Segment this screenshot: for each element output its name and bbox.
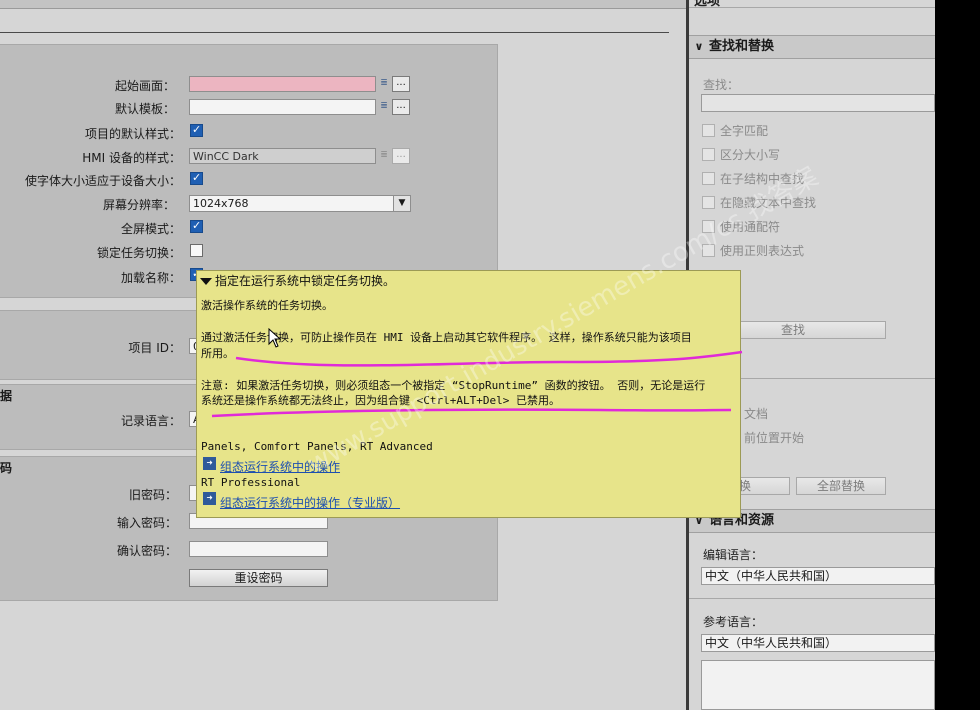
edit-language-select[interactable]: 中文（中华人民共和国） [701,567,935,585]
start-screen-browse-button[interactable]: ... [392,76,410,92]
fullscreen-checkbox[interactable] [190,219,203,233]
font-adapt-label: 使字体大小适应于设备大小： [24,174,181,188]
match-case-label: 区分大小写 [720,148,781,162]
find-label: 查找： [703,78,740,92]
font-adapt-checkbox[interactable] [190,171,203,185]
find-replace-header[interactable]: ∨ 查找和替换 [689,35,935,59]
list-icon: ≣ [380,150,388,160]
hmi-style-label: HMI 设备的样式： [82,151,181,165]
tooltip-line: 所用。 [201,347,234,360]
chevron-down-icon[interactable]: ▼ [393,196,410,211]
fullscreen-label: 全屏模式： [120,222,181,236]
log-language-label: 记录语言： [120,414,181,428]
resolution-label: 屏幕分辨率： [102,198,175,212]
list-icon[interactable]: ≣ [378,100,390,112]
tooltip-title: 指定在运行系统中锁定任务切换。 [215,274,396,288]
list-icon[interactable]: ≣ [378,77,390,89]
wildcard-label: 使用通配符 [720,220,781,234]
project-id-label: 项目 ID： [128,341,181,355]
platform-label: Panels, Comfort Panels, RT Advanced [201,440,433,453]
reference-language-select[interactable]: 中文（中华人民共和国） [701,634,935,652]
reference-language-area [701,660,935,710]
find-hidden-label: 在隐藏文本中查找 [720,196,817,210]
hmi-style-field[interactable]: WinCC Dark [189,148,376,164]
language-divider [689,598,935,599]
from-current-option[interactable]: 前位置开始 [744,429,804,446]
default-template-browse-button[interactable]: ... [392,99,410,115]
reference-language-label: 参考语言： [703,615,764,629]
tooltip-note: 系统还是操作系统都无法终止，因为组合键 <Ctrl+ALT+Del> 已禁用。 [201,394,560,407]
default-template-label: 默认模板： [114,102,175,116]
platform-label: RT Professional [201,476,301,489]
project-default-style-label: 项目的默认样式： [84,127,181,141]
link-arrow-icon: ➜ [203,457,216,470]
default-template-field[interactable] [189,99,376,115]
new-password-label: 输入密码： [116,516,177,530]
project-default-style-checkbox[interactable] [190,123,203,137]
header-divider [0,32,669,33]
resolution-select[interactable]: 1024x768 ▼ [189,195,411,212]
tooltip-line: 激活操作系统的任务切换。 [201,299,333,312]
screen-edge [935,0,980,710]
replace-all-button[interactable]: 全部替换 [796,477,886,495]
lock-task-switch-checkbox[interactable] [190,244,203,257]
find-replace-title: 查找和替换 [709,39,775,54]
lock-task-switch-label: 锁定任务切换： [96,246,181,260]
chevron-down-icon[interactable]: ∨ [689,36,709,58]
whole-word-checkbox[interactable] [702,124,715,137]
resolution-value: 1024x768 [193,197,249,210]
find-in-structure-checkbox[interactable] [702,172,715,185]
find-input[interactable] [701,94,935,112]
start-screen-field[interactable] [189,76,376,92]
wildcard-checkbox[interactable] [702,220,715,233]
link-arrow-icon: ➜ [203,492,216,505]
section-password-title: 码 [0,461,13,475]
options-divider [689,7,935,8]
regex-checkbox[interactable] [702,244,715,257]
start-screen-label: 起始画面： [114,79,175,93]
regex-label: 使用正则表达式 [720,244,805,258]
section-data-title: 据 [0,389,13,403]
whole-word-label: 全字匹配 [720,124,769,138]
help-tooltip: 指定在运行系统中锁定任务切换。 激活操作系统的任务切换。 通过激活任务切换，可防… [196,270,741,518]
whole-document-option[interactable]: 文档 [744,405,768,422]
confirm-password-field[interactable] [189,541,328,557]
old-password-label: 旧密码： [128,488,177,502]
top-toolbar-strip [0,0,688,9]
mouse-cursor-icon [268,328,282,348]
tooltip-note: 注意: 如果激活任务切换，则必须组态一个被指定 “StopRuntime” 函数… [201,379,706,392]
hmi-style-browse-button: ... [392,148,410,164]
help-link[interactable]: 组态运行系统中的操作 [220,458,340,475]
collapse-triangle-icon[interactable] [200,278,212,285]
find-hidden-checkbox[interactable] [702,196,715,209]
find-in-structure-label: 在子结构中查找 [720,172,805,186]
reset-password-button[interactable]: 重设密码 [189,569,328,587]
match-case-checkbox[interactable] [702,148,715,161]
help-link[interactable]: 组态运行系统中的操作（专业版） [220,494,400,511]
edit-language-label: 编辑语言： [703,548,764,562]
load-names-label: 加载名称： [120,271,181,285]
confirm-password-label: 确认密码： [116,544,177,558]
